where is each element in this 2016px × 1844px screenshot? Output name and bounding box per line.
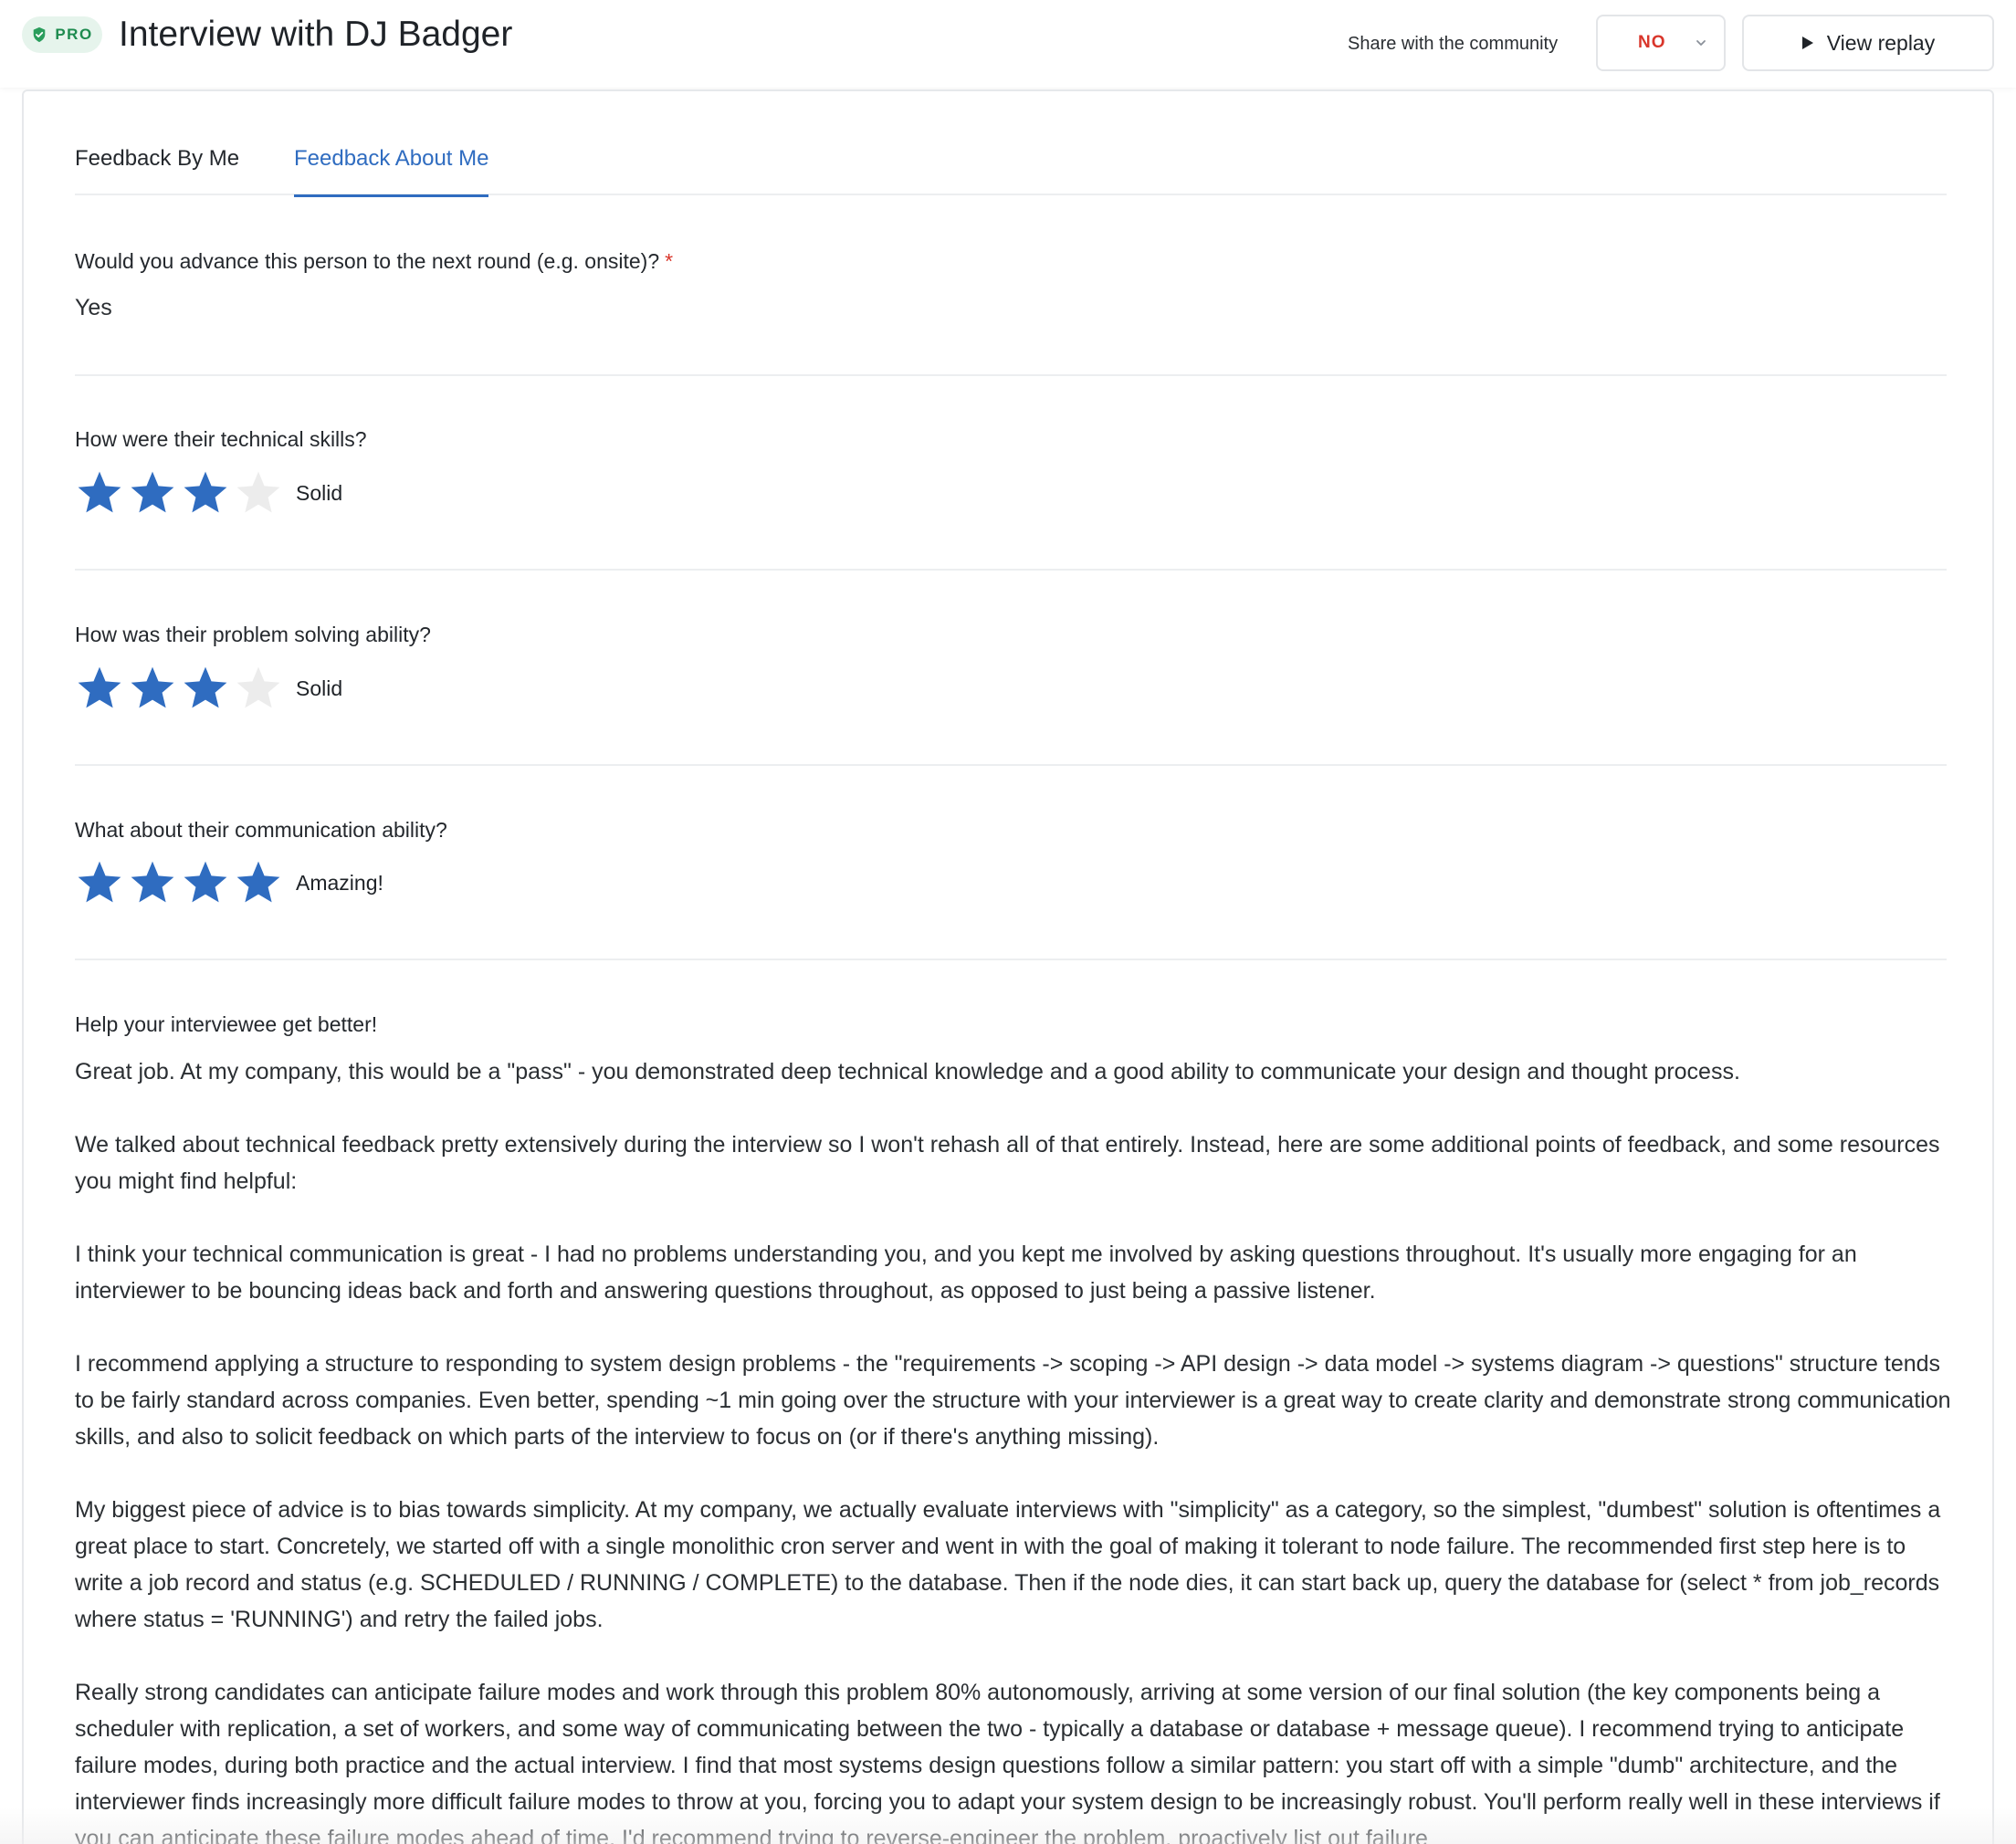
question-advance-answer: Yes: [75, 295, 112, 320]
star-icon: [236, 861, 280, 903]
view-replay-label: View replay: [1826, 30, 1936, 55]
pro-badge-label: PRO: [55, 26, 93, 43]
question-communication-label: What about their communication ability?: [75, 818, 447, 842]
star-icon: [236, 471, 280, 513]
divider: [75, 374, 1947, 376]
feedback-paragraph: Great job. At my company, this would be …: [75, 1059, 1740, 1084]
question-problem-solving-label: How was their problem solving ability?: [75, 623, 431, 646]
share-community-label: Share with the community: [1348, 34, 1559, 54]
feedback-paragraph: Really strong candidates can anticipate …: [75, 1680, 1940, 1844]
question-advance-text: Would you advance this person to the nex…: [75, 249, 660, 273]
divider: [75, 764, 1947, 766]
chevron-down-icon: [1696, 40, 1706, 46]
star-icon: [131, 471, 174, 513]
header: PRO Interview with DJ Badger Share with …: [0, 0, 2016, 88]
problem-solving-rating-label: Solid: [296, 676, 343, 700]
feedback-paragraph: I recommend applying a structure to resp…: [75, 1351, 1951, 1450]
view-replay-button[interactable]: View replay: [1742, 15, 1994, 71]
star-icon: [78, 861, 121, 903]
page-title: Interview with DJ Badger: [119, 15, 513, 54]
feedback-body: Great job. At my company, this would be …: [75, 1053, 1956, 1844]
shield-check-icon: [34, 26, 46, 43]
star-icon: [78, 666, 121, 708]
feedback-paragraph: I think your technical communication is …: [75, 1242, 1857, 1304]
share-community-select[interactable]: NO: [1596, 15, 1726, 71]
feedback-label: Help your interviewee get better!: [75, 1012, 378, 1036]
question-advance-label: Would you advance this person to the nex…: [75, 246, 673, 276]
pro-badge: PRO: [22, 16, 102, 53]
star-icon: [184, 471, 227, 513]
share-community-value: NO: [1638, 33, 1666, 52]
feedback-tabs: Feedback By Me Feedback About Me: [75, 142, 1947, 197]
play-icon: [1801, 37, 1813, 49]
problem-solving-rating: Solid: [75, 662, 342, 715]
divider: [75, 959, 1947, 960]
tab-feedback-by-me[interactable]: Feedback By Me: [75, 142, 239, 195]
question-technical-label: How were their technical skills?: [75, 427, 367, 451]
feedback-paragraph: My biggest piece of advice is to bias to…: [75, 1497, 1941, 1632]
feedback-card: Feedback By Me Feedback About Me Would y…: [22, 89, 1994, 1844]
communication-rating: Amazing!: [75, 856, 383, 909]
star-icon: [131, 666, 174, 708]
required-mark: *: [665, 249, 674, 273]
star-icon: [184, 666, 227, 708]
communication-rating-label: Amazing!: [296, 871, 383, 895]
star-icon: [131, 861, 174, 903]
star-icon: [236, 666, 280, 708]
star-icon: [78, 471, 121, 513]
star-icon: [184, 861, 227, 903]
page: PRO Interview with DJ Badger Share with …: [0, 0, 2016, 1844]
tab-feedback-about-me[interactable]: Feedback About Me: [294, 142, 489, 197]
technical-rating-label: Solid: [296, 481, 343, 505]
divider: [75, 569, 1947, 571]
technical-rating: Solid: [75, 466, 342, 519]
feedback-paragraph: We talked about technical feedback prett…: [75, 1132, 1940, 1194]
